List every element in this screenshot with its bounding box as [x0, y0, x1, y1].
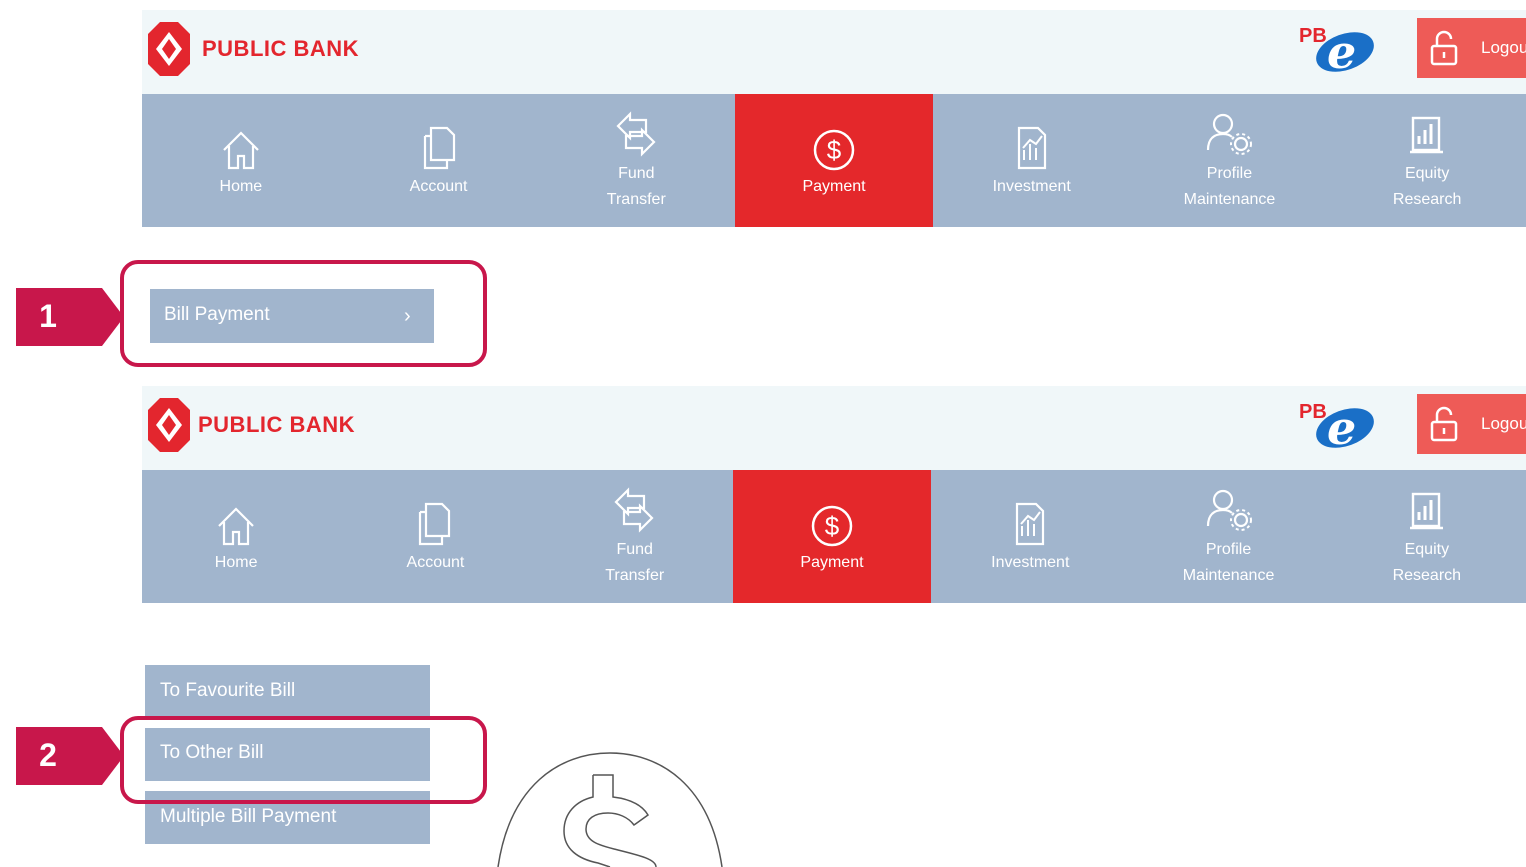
nav-profile-label-2: Maintenance — [1183, 191, 1276, 208]
screen-panel-2: PUBLIC BANK PB e Logout Home — [142, 386, 1526, 603]
nav-profile-label-1: Profile — [1206, 165, 1253, 182]
public-bank-logo — [148, 398, 190, 452]
nav-payment-label: Payment — [800, 554, 864, 571]
pbe-logo: PB e — [1299, 25, 1374, 78]
main-nav: Home Account Fund Transfer $ Payment Inv… — [142, 470, 1526, 603]
dollar-watermark-icon — [497, 752, 723, 867]
logout-button[interactable]: Logout — [1417, 394, 1526, 454]
nav-equity-research[interactable]: Equity Research — [1328, 470, 1526, 603]
nav-equity-label-2: Research — [1392, 567, 1462, 584]
svg-text:$: $ — [825, 511, 840, 541]
profile-icon — [1207, 113, 1253, 155]
nav-equity-research[interactable]: Equity Research — [1328, 94, 1526, 227]
logout-button[interactable]: Logout — [1417, 18, 1526, 78]
nav-payment[interactable]: $ Payment — [732, 470, 932, 603]
nav-account[interactable]: Account — [340, 470, 538, 603]
nav-account-label: Account — [409, 178, 468, 195]
nav-profile-label-1: Profile — [1205, 541, 1252, 558]
screen-panel-1: PUBLIC BANK PB e Logout Home — [142, 10, 1526, 227]
svg-text:PB: PB — [1299, 401, 1327, 423]
nav-profile-maintenance[interactable]: Profile Maintenance — [1129, 470, 1327, 603]
svg-text:PB: PB — [1299, 25, 1327, 47]
nav-profile-maintenance[interactable]: Profile Maintenance — [1131, 94, 1329, 227]
header-bar: PUBLIC BANK PB e Logout — [142, 386, 1526, 470]
step-1-badge: 1 — [16, 288, 124, 346]
investment-icon — [1016, 502, 1045, 546]
equity-research-icon — [1409, 492, 1443, 530]
step-2-highlight — [120, 716, 487, 804]
main-nav: Home Account Fund Transfer $ Payment Inv… — [142, 94, 1526, 227]
investment-icon — [1017, 126, 1046, 170]
nav-fund-transfer-label-2: Transfer — [606, 191, 666, 208]
nav-investment[interactable]: Investment — [933, 94, 1131, 227]
nav-investment[interactable]: Investment — [931, 470, 1129, 603]
submenu-label: To Favourite Bill — [160, 680, 296, 701]
logout-label: Logout — [1481, 414, 1526, 433]
nav-fund-transfer-label-1: Fund — [618, 165, 655, 182]
submenu-label: Multiple Bill Payment — [160, 806, 337, 827]
brand-name: PUBLIC BANK — [202, 36, 360, 61]
nav-home[interactable]: Home — [142, 94, 340, 227]
nav-fund-transfer[interactable]: Fund Transfer — [539, 470, 737, 603]
profile-icon — [1206, 489, 1252, 531]
nav-investment-label: Investment — [992, 178, 1071, 195]
step-1-highlight — [120, 260, 487, 367]
account-icon — [423, 126, 455, 170]
nav-equity-label-1: Equity — [1404, 165, 1450, 182]
home-icon — [223, 131, 259, 170]
payment-dollar-icon: $ — [811, 505, 853, 547]
equity-research-icon — [1410, 116, 1444, 154]
nav-equity-label-2: Research — [1392, 191, 1462, 208]
nav-fund-transfer-label-1: Fund — [616, 541, 653, 558]
nav-fund-transfer[interactable]: Fund Transfer — [537, 94, 735, 227]
nav-account[interactable]: Account — [340, 94, 538, 227]
nav-payment[interactable]: $ Payment — [735, 94, 933, 227]
svg-text:e: e — [1327, 401, 1356, 454]
pbe-logo: PB e — [1299, 401, 1374, 454]
nav-payment-label: Payment — [802, 178, 866, 195]
logout-label: Logout — [1481, 38, 1526, 57]
fund-transfer-icon — [614, 487, 654, 533]
unlock-icon — [1430, 406, 1458, 442]
public-bank-logo — [148, 22, 190, 76]
step-2-number: 2 — [39, 737, 57, 773]
nav-home-label: Home — [219, 178, 263, 195]
nav-equity-label-1: Equity — [1404, 541, 1450, 558]
step-1-number: 1 — [39, 298, 57, 334]
svg-text:$: $ — [827, 135, 842, 165]
home-icon — [218, 507, 254, 546]
brand-name: PUBLIC BANK — [198, 412, 356, 437]
svg-text:e: e — [1327, 25, 1356, 78]
nav-home[interactable]: Home — [142, 470, 340, 603]
account-icon — [419, 502, 451, 546]
nav-profile-label-2: Maintenance — [1182, 567, 1275, 584]
submenu-to-favourite-bill[interactable]: To Favourite Bill — [145, 665, 430, 718]
nav-home-label: Home — [214, 554, 258, 571]
fund-transfer-icon — [616, 111, 656, 157]
nav-account-label: Account — [406, 554, 465, 571]
unlock-icon — [1430, 30, 1458, 66]
step-2-badge: 2 — [16, 727, 124, 785]
payment-dollar-icon: $ — [813, 129, 855, 171]
nav-investment-label: Investment — [991, 554, 1070, 571]
header-bar: PUBLIC BANK PB e Logout — [142, 10, 1526, 94]
nav-fund-transfer-label-2: Transfer — [605, 567, 665, 584]
